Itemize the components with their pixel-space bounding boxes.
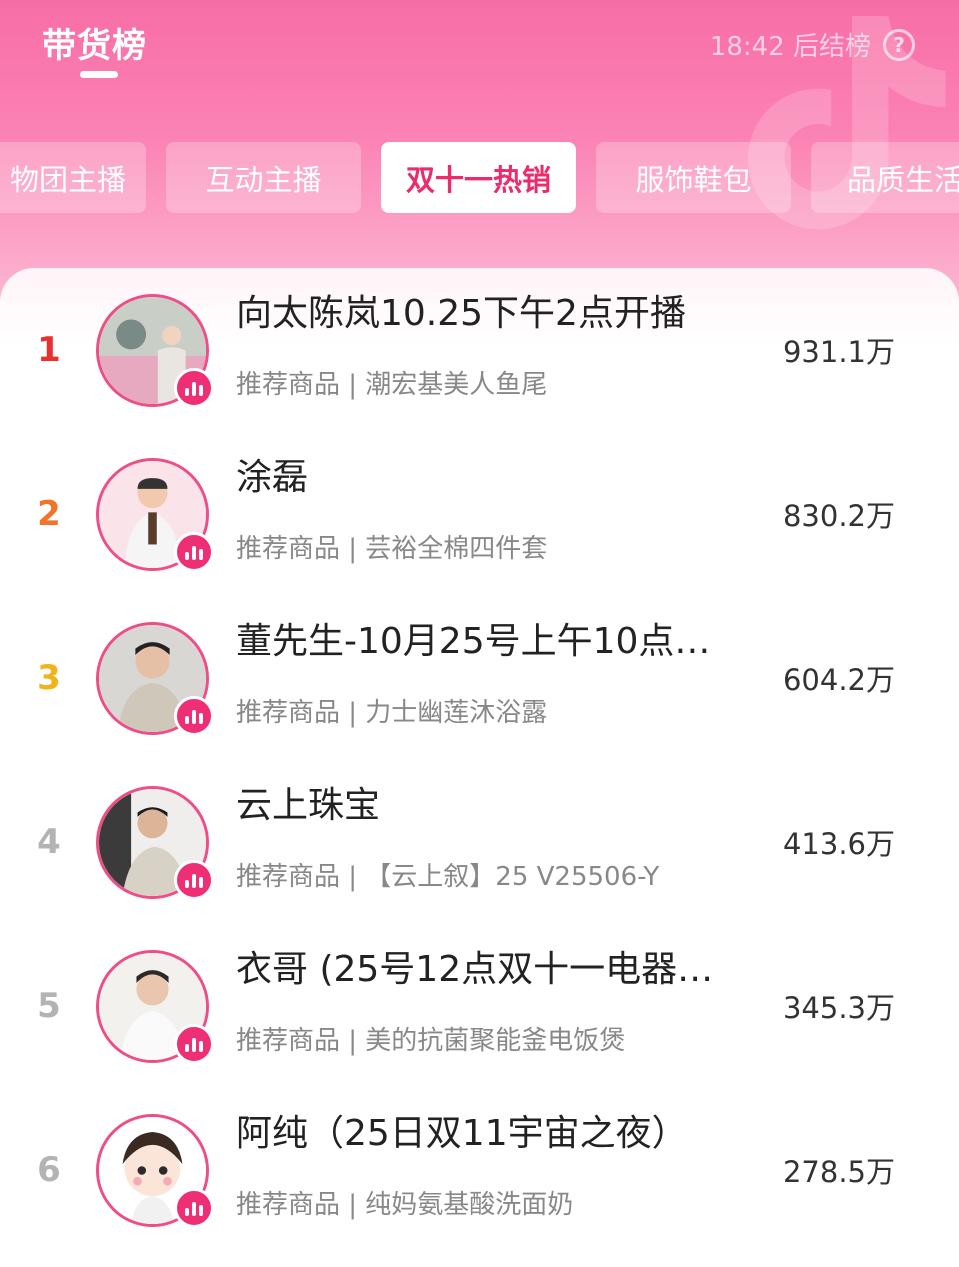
recommended-product: 推荐商品 | 【云上叙】25 V25506-Y (236, 862, 660, 892)
rank-number: 3 (37, 658, 61, 698)
ranking-list: 1 向太陈岚10.25下午2点开播 推荐商品 | 潮宏基美人鱼尾 931.1万 … (0, 268, 959, 1267)
rank-number: 6 (37, 1150, 61, 1190)
rank-number: 1 (37, 330, 61, 370)
tab-interactive-streamer[interactable]: 互动主播 (166, 142, 361, 213)
streamer-name: 向太陈岚10.25下午2点开播 (236, 293, 686, 334)
tab-apparel[interactable]: 服饰鞋包 (596, 142, 791, 213)
list-item[interactable]: 1 向太陈岚10.25下午2点开播 推荐商品 | 潮宏基美人鱼尾 931.1万 (0, 268, 959, 432)
header-banner: 带货榜 18:42 后结榜 ? 物团主播 互动主播 双十一热销 服饰鞋包 品质生… (0, 0, 959, 300)
streamer-name: 云上珠宝 (236, 785, 381, 826)
streamer-name: 阿纯（25日双11宇宙之夜） (236, 1113, 688, 1154)
tab-double-eleven[interactable]: 双十一热销 (381, 142, 576, 213)
settle-time-info[interactable]: 18:42 后结榜 ? (710, 26, 915, 63)
tab-tuan-streamer[interactable]: 物团主播 (0, 142, 146, 213)
streamer-name: 董先生-10月25号上午10点开播 (236, 621, 716, 662)
sales-value: 413.6万 (782, 827, 895, 861)
recommended-product: 推荐商品 | 力士幽莲沐浴露 (236, 698, 548, 728)
live-bars-icon (174, 532, 214, 572)
rank-number: 5 (37, 986, 61, 1026)
list-item[interactable]: 5 衣哥 (25号12点双十一电器专场) 推荐商品 | 美的抗菌聚能釜电饭煲 3… (0, 924, 959, 1088)
live-bars-icon (174, 1188, 214, 1228)
list-item[interactable]: 3 董先生-10月25号上午10点开播 推荐商品 | 力士幽莲沐浴露 604.2… (0, 596, 959, 760)
list-item[interactable]: 6 阿纯（25日双11宇宙之夜） 推荐商品 | 纯妈氨基酸洗面奶 278.5万 (0, 1088, 959, 1252)
live-bars-icon (174, 368, 214, 408)
page-title[interactable]: 带货榜 (42, 18, 147, 67)
rank-number: 4 (37, 822, 61, 862)
recommended-product: 推荐商品 | 美的抗菌聚能釜电饭煲 (236, 1026, 626, 1056)
sales-value: 278.5万 (782, 1155, 895, 1189)
sales-value: 604.2万 (782, 663, 895, 697)
title-underline (80, 71, 118, 78)
recommended-product: 推荐商品 | 潮宏基美人鱼尾 (236, 370, 548, 400)
sales-value: 931.1万 (782, 335, 895, 369)
settle-time-text: 18:42 后结榜 (709, 32, 871, 62)
live-bars-icon (174, 696, 214, 736)
list-item[interactable]: 4 云上珠宝 推荐商品 | 【云上叙】25 V25506-Y 413.6万 (0, 760, 959, 924)
recommended-product: 推荐商品 | 芸裕全棉四件套 (236, 534, 548, 564)
sales-value: 830.2万 (782, 499, 895, 533)
live-bars-icon (174, 860, 214, 900)
help-icon[interactable]: ? (883, 28, 915, 61)
sales-value: 345.3万 (782, 991, 895, 1025)
recommended-product: 推荐商品 | 纯妈氨基酸洗面奶 (236, 1190, 574, 1220)
streamer-name: 衣哥 (25号12点双十一电器专场) (236, 949, 716, 990)
list-item[interactable]: 2 涂磊 推荐商品 | 芸裕全棉四件套 830.2万 (0, 432, 959, 596)
tab-quality-life[interactable]: 品质生活 (811, 142, 959, 213)
rank-number: 2 (37, 494, 61, 534)
streamer-name: 涂磊 (236, 457, 309, 498)
live-bars-icon (174, 1024, 214, 1064)
